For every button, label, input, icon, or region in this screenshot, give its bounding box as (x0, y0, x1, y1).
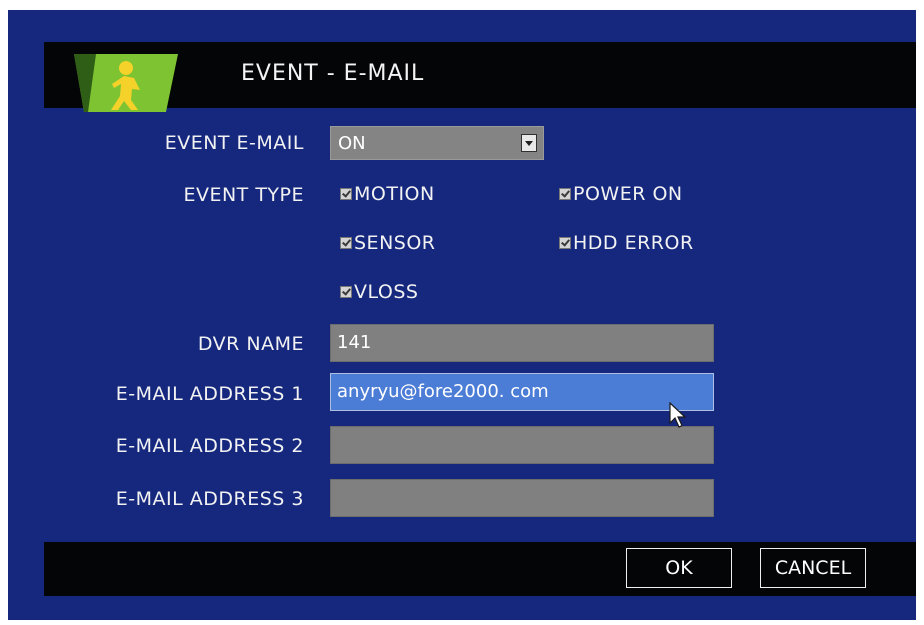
title-bar: EVENT - E-MAIL (44, 42, 916, 112)
ok-button[interactable]: OK (626, 548, 732, 588)
checkbox-checked-icon[interactable] (340, 286, 352, 298)
event-type-label: EVENT TYPE (183, 184, 304, 206)
email-address-1-field[interactable]: anyryu@fore2000. com (330, 373, 714, 411)
email-address-3-label: E-MAIL ADDRESS 3 (115, 488, 304, 510)
event-email-value: ON (338, 133, 366, 154)
checkbox-label: VLOSS (354, 281, 419, 303)
event-email-select[interactable]: ON (330, 126, 544, 160)
checkbox-label: POWER ON (573, 183, 683, 205)
dvr-name-label: DVR NAME (197, 333, 304, 355)
checkbox-label: SENSOR (354, 232, 436, 254)
checkbox-checked-icon[interactable] (559, 237, 571, 249)
running-man-icon (74, 54, 178, 112)
email-address-3-field[interactable] (330, 479, 714, 517)
dvr-name-field[interactable]: 141 (330, 324, 714, 362)
checkbox-label: HDD ERROR (573, 232, 694, 254)
event-email-label: EVENT E-MAIL (164, 132, 304, 154)
chevron-down-icon[interactable] (521, 134, 537, 152)
mouse-pointer-icon (669, 402, 686, 428)
email-address-1-label: E-MAIL ADDRESS 1 (115, 383, 304, 405)
checkbox-checked-icon[interactable] (559, 188, 571, 200)
checkbox-checked-icon[interactable] (340, 188, 352, 200)
email-address-2-field[interactable] (330, 426, 714, 464)
cancel-button[interactable]: CANCEL (760, 548, 866, 588)
email-address-2-label: E-MAIL ADDRESS 2 (115, 435, 304, 457)
page-title: EVENT - E-MAIL (241, 61, 425, 86)
checkbox-checked-icon[interactable] (340, 237, 352, 249)
checkbox-label: MOTION (354, 183, 435, 205)
